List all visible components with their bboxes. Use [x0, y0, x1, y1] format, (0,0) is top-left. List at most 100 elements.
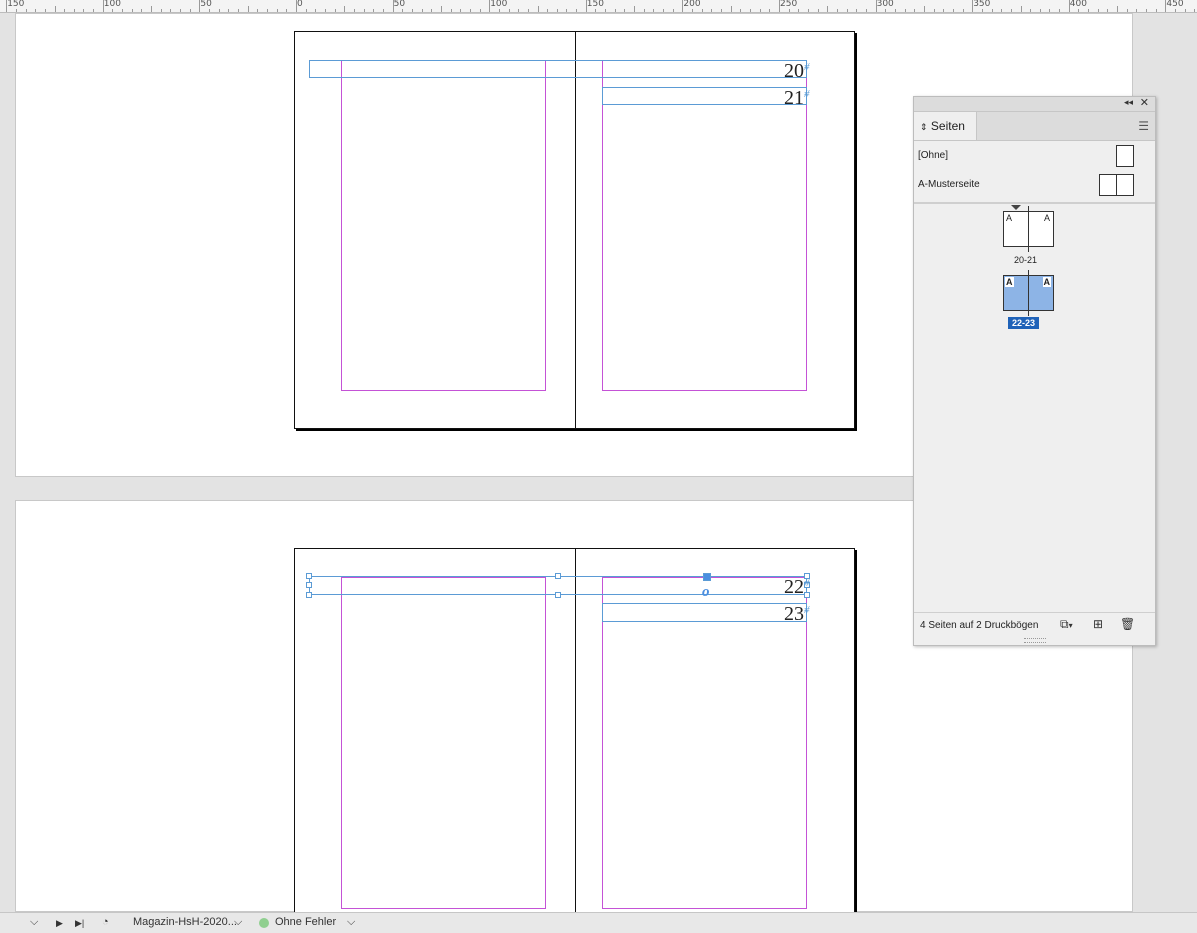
tab-label: Seiten	[930, 119, 965, 133]
ruler-tick	[363, 9, 365, 12]
ruler-tick	[83, 9, 85, 12]
spread-spine	[575, 549, 576, 913]
master-prefix: A	[1043, 213, 1050, 223]
ruler-tick	[875, 0, 877, 12]
ruler-tick	[6, 0, 8, 12]
spread-thumbnails[interactable]: A A 20-21 A A 22-23	[914, 203, 1155, 613]
resize-handle[interactable]	[555, 573, 561, 579]
ruler-tick	[672, 9, 674, 12]
ruler-tick	[35, 9, 37, 12]
ruler-tick	[15, 9, 17, 12]
ruler-label: 450	[1166, 0, 1184, 9]
page-number: 22	[784, 576, 804, 598]
collapse-icon[interactable]: ◂◂	[1124, 97, 1133, 108]
panel-footer: 4 Seiten auf 2 Druckbögen ⧉▾ ⊞ 🗑	[914, 612, 1155, 635]
preflight-status[interactable]: Ohne Fehler	[275, 916, 336, 928]
pages-panel[interactable]: ◂◂ ✕ ⇕ Seiten ☰ [Ohne] A-Musterseite A A…	[913, 96, 1156, 646]
page-number: 21	[784, 87, 804, 109]
spread-label[interactable]: 20-21	[1014, 255, 1037, 265]
ruler-tick	[160, 9, 162, 12]
ruler-label: 100	[103, 0, 121, 9]
page-number-marker: #	[804, 577, 810, 589]
panel-resize-grip[interactable]	[1024, 638, 1046, 643]
spread-thumbnail-22-23[interactable]: A A	[1003, 270, 1054, 316]
panel-tab-bar: ⇕ Seiten ☰	[914, 112, 1155, 141]
ruler-tick	[933, 9, 935, 12]
ruler-tick	[750, 9, 752, 12]
ruler-label: 300	[876, 0, 894, 9]
ruler-tick	[353, 9, 355, 12]
panel-menu-icon[interactable]: ☰	[1138, 119, 1149, 133]
ruler-tick	[566, 9, 568, 12]
spread-thumbnail-20-21[interactable]: A A	[1003, 206, 1054, 252]
overset-indicator[interactable]: o	[702, 584, 710, 601]
ruler-tick	[411, 9, 413, 12]
ruler-tick	[334, 9, 336, 12]
ruler-label: 50	[393, 0, 406, 9]
ruler-tick	[305, 9, 307, 12]
ruler-tick	[324, 9, 326, 12]
text-frame-page-number[interactable]	[309, 60, 807, 78]
spread-22-23[interactable]: o 22 # 23 #	[294, 548, 855, 914]
spread-label-selected[interactable]: 22-23	[1008, 317, 1040, 329]
frame-center-point[interactable]	[703, 573, 711, 581]
document-name[interactable]: Magazin-HsH-2020...	[133, 916, 237, 928]
ruler-tick	[1088, 9, 1090, 12]
ruler-tick	[450, 9, 452, 12]
ruler-tick	[1126, 9, 1128, 12]
ruler-tick	[614, 9, 616, 12]
ruler-tick	[585, 0, 587, 12]
ruler-tick	[692, 9, 694, 12]
last-page-icon[interactable]: ▶|	[75, 918, 84, 929]
ruler-tick	[846, 9, 848, 12]
ruler-tick	[653, 9, 655, 12]
page-number-marker: #	[804, 88, 810, 100]
new-page-icon[interactable]: ⊞	[1093, 617, 1103, 631]
preflight-dropdown-chevron-icon[interactable]: ⌵	[347, 916, 355, 929]
ruler-tick	[894, 9, 896, 12]
spread-20-21[interactable]: 20 # 21 #	[294, 31, 855, 429]
ruler-tick	[527, 9, 529, 12]
resize-handle[interactable]	[306, 573, 312, 579]
status-bar: ⌵ ▶ ▶| ◔ Magazin-HsH-2020... ⌵ Ohne Fehl…	[0, 912, 1197, 933]
panel-title-bar[interactable]: ◂◂ ✕	[914, 97, 1155, 112]
ruler-tick	[431, 9, 433, 12]
resize-handle[interactable]	[306, 592, 312, 598]
ruler-tick	[991, 9, 993, 12]
resize-handle[interactable]	[555, 592, 561, 598]
document-status-icon[interactable]: ◔	[102, 916, 109, 928]
next-page-icon[interactable]: ▶	[56, 918, 63, 929]
text-frame-page-number[interactable]	[602, 87, 807, 105]
ruler-tick	[392, 0, 394, 12]
ruler-tick	[228, 9, 230, 12]
edit-page-size-icon[interactable]: ⧉▾	[1060, 617, 1073, 632]
ruler-tick	[807, 9, 809, 12]
ruler-tick	[518, 9, 520, 12]
ruler-tick	[170, 9, 172, 12]
ruler-tick	[489, 0, 491, 12]
resize-handle[interactable]	[306, 582, 312, 588]
ruler-tick	[721, 9, 723, 12]
master-thumbnail[interactable]	[1116, 145, 1134, 167]
text-frame-page-number[interactable]	[602, 603, 807, 622]
master-label: A-Musterseite	[918, 179, 980, 190]
master-thumbnail[interactable]	[1099, 174, 1134, 196]
ruler-tick	[1049, 9, 1051, 12]
ruler-tick	[440, 6, 442, 12]
resize-handle[interactable]	[804, 592, 810, 598]
delete-page-icon[interactable]: 🗑	[1120, 617, 1135, 631]
ruler-tick	[923, 6, 925, 12]
document-dropdown-chevron-icon[interactable]: ⌵	[234, 916, 242, 929]
ruler-tick	[943, 9, 945, 12]
ruler-tick	[914, 9, 916, 12]
tab-seiten[interactable]: ⇕ Seiten	[914, 112, 977, 140]
ruler-tick	[218, 9, 220, 12]
master-prefix: A	[1006, 213, 1013, 223]
master-item-a[interactable]: A-Musterseite	[914, 170, 1155, 199]
page-dropdown-chevron-icon[interactable]: ⌵	[30, 916, 38, 929]
ruler-tick	[238, 9, 240, 12]
close-icon[interactable]: ✕	[1140, 96, 1149, 109]
master-item-none[interactable]: [Ohne]	[914, 141, 1155, 170]
horizontal-ruler[interactable]: 150 100 50 0 50 100 150 200 250 300 350 400 450	[0, 0, 1197, 13]
ruler-tick	[827, 6, 829, 12]
